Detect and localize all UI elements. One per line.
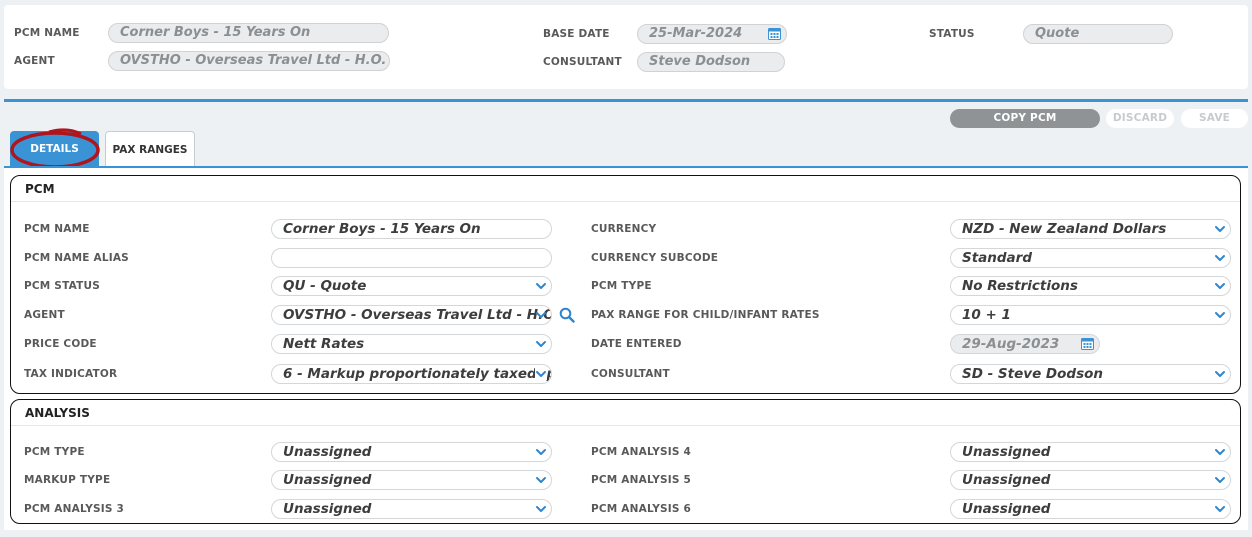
chevron-down-icon xyxy=(1214,503,1226,515)
pax-range-value: 10 + 1 xyxy=(962,307,1011,323)
header-status-label: STATUS xyxy=(929,28,975,40)
header-base-date-field: 25-Mar-2024 xyxy=(637,24,787,44)
pcm-analysis-5-select[interactable]: Unassigned xyxy=(950,470,1231,490)
currency-subcode-label: CURRENCY SUBCODE xyxy=(591,252,719,264)
pcm-status-select[interactable]: QU - Quote xyxy=(271,276,552,296)
pcm-analysis-3-label: PCM ANALYSIS 3 xyxy=(24,503,124,515)
header-consultant-field: Steve Dodson xyxy=(637,52,785,72)
markup-type-value: Unassigned xyxy=(283,472,372,488)
consultant-label: CONSULTANT xyxy=(591,368,670,380)
pcm-name-alias-input[interactable] xyxy=(271,248,552,268)
date-entered-field: 29-Aug-2023 xyxy=(950,334,1100,354)
pcm-analysis-4-label: PCM ANALYSIS 4 xyxy=(591,446,691,458)
tab-details[interactable]: DETAILS xyxy=(10,131,99,168)
consultant-value: SD - Steve Dodson xyxy=(962,366,1103,382)
header-panel xyxy=(4,5,1248,89)
tax-indicator-select[interactable]: 6 - Markup proportionately taxed, propor… xyxy=(271,364,552,384)
discard-button[interactable]: DISCARD xyxy=(1106,109,1174,128)
chevron-down-icon xyxy=(1214,252,1226,264)
currency-subcode-select[interactable]: Standard xyxy=(950,248,1231,268)
header-base-date-label: BASE DATE xyxy=(543,28,610,40)
pcm-name-alias-label: PCM NAME ALIAS xyxy=(24,252,129,264)
currency-select[interactable]: NZD - New Zealand Dollars xyxy=(950,219,1231,239)
pcm-analysis-6-value: Unassigned xyxy=(962,501,1051,517)
pcm-section-title: PCM xyxy=(25,182,55,196)
currency-label: CURRENCY xyxy=(591,223,657,235)
date-entered-value: 29-Aug-2023 xyxy=(962,336,1060,352)
analysis-section-title: ANALYSIS xyxy=(25,406,90,420)
price-code-select[interactable]: Nett Rates xyxy=(271,334,552,354)
pcm-type-select[interactable]: No Restrictions xyxy=(950,276,1231,296)
chevron-down-icon xyxy=(535,446,547,458)
chevron-down-icon xyxy=(1214,474,1226,486)
currency-value: NZD - New Zealand Dollars xyxy=(962,221,1167,237)
pcm-type-label: PCM TYPE xyxy=(591,280,652,292)
pcm-analysis-5-value: Unassigned xyxy=(962,472,1051,488)
calendar-icon xyxy=(1081,337,1094,350)
header-divider xyxy=(4,99,1248,102)
markup-type-select[interactable]: Unassigned xyxy=(271,470,552,490)
pcm-analysis-5-label: PCM ANALYSIS 5 xyxy=(591,474,691,486)
agent-value: OVSTHO - Overseas Travel Ltd - H.O. xyxy=(283,307,552,323)
header-pcm-name-field: Corner Boys - 15 Years On xyxy=(108,23,389,43)
currency-subcode-value: Standard xyxy=(962,250,1032,266)
pcm-analysis-4-select[interactable]: Unassigned xyxy=(950,442,1231,462)
chevron-down-icon xyxy=(1214,446,1226,458)
tab-pax-ranges[interactable]: PAX RANGES xyxy=(105,131,195,168)
header-pcm-name-label: PCM NAME xyxy=(14,27,80,39)
calendar-icon xyxy=(768,27,781,40)
pcm-analysis-3-value: Unassigned xyxy=(283,501,372,517)
pcm-status-value: QU - Quote xyxy=(283,278,367,294)
pcm-analysis-4-value: Unassigned xyxy=(962,444,1051,460)
agent-select[interactable]: OVSTHO - Overseas Travel Ltd - H.O. xyxy=(271,305,552,325)
section-divider xyxy=(11,425,1240,426)
pcm-analysis-6-select[interactable]: Unassigned xyxy=(950,499,1231,519)
pax-range-label: PAX RANGE FOR CHILD/INFANT RATES xyxy=(591,309,820,321)
chevron-down-icon xyxy=(1214,368,1226,380)
analysis-pcm-type-value: Unassigned xyxy=(283,444,372,460)
pcm-name-label: PCM NAME xyxy=(24,223,90,235)
copy-pcm-button[interactable]: COPY PCM xyxy=(950,109,1100,128)
pcm-analysis-6-label: PCM ANALYSIS 6 xyxy=(591,503,691,515)
chevron-down-icon xyxy=(1214,280,1226,292)
price-code-label: PRICE CODE xyxy=(24,338,97,350)
pcm-name-input[interactable]: Corner Boys - 15 Years On xyxy=(271,219,552,239)
analysis-pcm-type-label: PCM TYPE xyxy=(24,446,85,458)
header-agent-label: AGENT xyxy=(14,55,55,67)
pax-range-select[interactable]: 10 + 1 xyxy=(950,305,1231,325)
chevron-down-icon xyxy=(535,309,547,321)
agent-label: AGENT xyxy=(24,309,65,321)
pcm-analysis-3-select[interactable]: Unassigned xyxy=(271,499,552,519)
tax-indicator-label: TAX INDICATOR xyxy=(24,368,118,380)
save-button[interactable]: SAVE xyxy=(1181,109,1248,128)
header-consultant-label: CONSULTANT xyxy=(543,56,622,68)
tax-indicator-value: 6 - Markup proportionately taxed, propor… xyxy=(283,366,551,382)
header-status-field: Quote xyxy=(1023,24,1173,44)
chevron-down-icon xyxy=(535,474,547,486)
analysis-pcm-type-select[interactable]: Unassigned xyxy=(271,442,552,462)
chevron-down-icon xyxy=(535,338,547,350)
chevron-down-icon xyxy=(535,368,547,380)
price-code-value: Nett Rates xyxy=(283,336,365,352)
chevron-down-icon xyxy=(1214,309,1226,321)
section-divider xyxy=(11,201,1240,202)
markup-type-label: MARKUP TYPE xyxy=(24,474,111,486)
header-agent-field: OVSTHO - Overseas Travel Ltd - H.O. xyxy=(108,51,390,71)
search-icon[interactable] xyxy=(559,307,575,323)
chevron-down-icon xyxy=(535,280,547,292)
date-entered-label: DATE ENTERED xyxy=(591,338,682,350)
pcm-type-value: No Restrictions xyxy=(962,278,1078,294)
header-base-date-value: 25-Mar-2024 xyxy=(649,26,743,41)
pcm-status-label: PCM STATUS xyxy=(24,280,100,292)
consultant-select[interactable]: SD - Steve Dodson xyxy=(950,364,1231,384)
chevron-down-icon xyxy=(1214,223,1226,235)
chevron-down-icon xyxy=(535,503,547,515)
